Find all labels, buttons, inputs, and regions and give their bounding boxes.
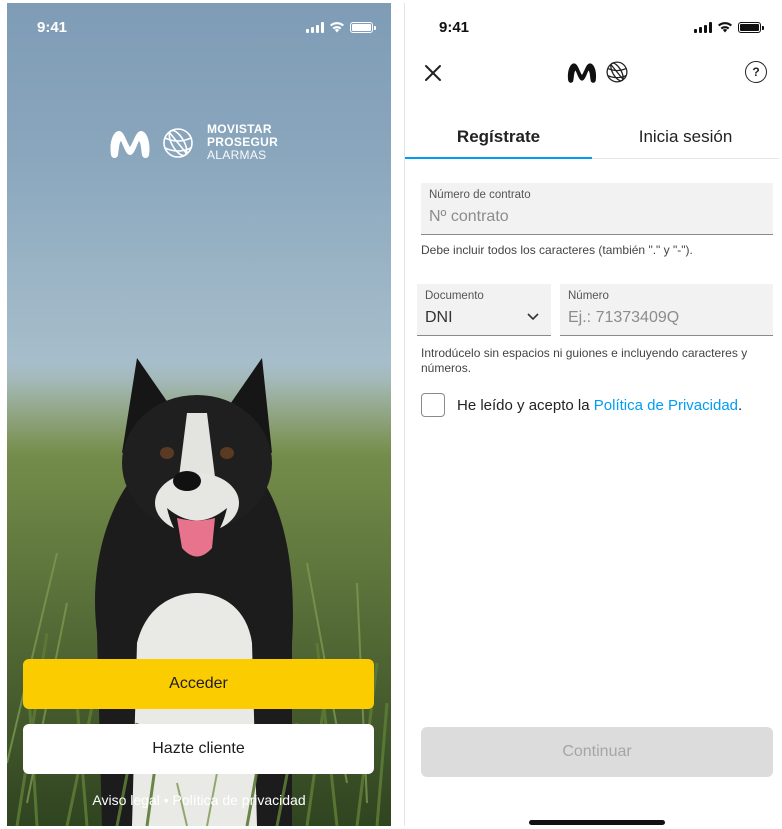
privacy-end: . bbox=[738, 396, 743, 414]
document-number-label: Número bbox=[568, 290, 609, 302]
globe-icon bbox=[606, 61, 628, 83]
status-bar: 9:41 bbox=[7, 3, 391, 43]
status-bar: 9:41 bbox=[405, 3, 779, 43]
privacy-checkbox[interactable] bbox=[421, 393, 445, 417]
privacy-policy-link[interactable]: Política de privacidad bbox=[173, 792, 306, 808]
home-indicator bbox=[529, 820, 665, 825]
auth-tabs: Regístrate Inicia sesión bbox=[405, 121, 779, 159]
contract-hint: Debe incluir todos los caracteres (tambi… bbox=[421, 243, 693, 257]
document-type-label: Documento bbox=[425, 290, 484, 302]
movistar-m-icon bbox=[567, 63, 597, 83]
wifi-icon bbox=[330, 22, 344, 33]
privacy-policy-link[interactable]: Política de Privacidad bbox=[594, 397, 738, 414]
register-screen: 9:41 ? Regístrate Inicia sesión Número d… bbox=[404, 3, 779, 826]
document-type-select[interactable]: Documento DNI bbox=[417, 284, 551, 336]
chevron-down-icon bbox=[527, 313, 539, 321]
contract-field[interactable]: Número de contrato bbox=[421, 183, 773, 235]
globe-icon bbox=[163, 127, 193, 158]
header-logo bbox=[565, 59, 629, 85]
document-type-value: DNI bbox=[425, 309, 453, 326]
battery-icon bbox=[350, 21, 376, 33]
movistar-m-icon bbox=[110, 130, 150, 158]
signal-icon bbox=[694, 21, 712, 33]
tab-inicia-sesion[interactable]: Inicia sesión bbox=[592, 121, 779, 158]
welcome-screen: 9:41 MOVISTAR PROSEGUR ALARMAS Acceder H… bbox=[7, 3, 391, 826]
wifi-icon bbox=[718, 22, 732, 33]
contract-label: Número de contrato bbox=[429, 189, 531, 201]
brand-line-3: ALARMAS bbox=[207, 148, 267, 162]
document-hint: Introdúcelo sin espacios ni guiones e in… bbox=[421, 346, 748, 375]
legal-separator: • bbox=[163, 792, 169, 808]
privacy-consent: He leído y acepto la Política de Privaci… bbox=[421, 393, 742, 417]
contract-input[interactable] bbox=[429, 208, 765, 226]
privacy-text: He leído y acepto la bbox=[457, 396, 594, 414]
signal-icon bbox=[306, 21, 324, 33]
document-number-input[interactable] bbox=[568, 309, 765, 327]
top-bar: ? bbox=[405, 55, 779, 93]
brand-logo: MOVISTAR PROSEGUR ALARMAS bbox=[107, 123, 278, 162]
acceder-button[interactable]: Acceder bbox=[23, 659, 374, 709]
document-number-field[interactable]: Número bbox=[560, 284, 773, 336]
status-time: 9:41 bbox=[37, 19, 68, 36]
legal-links: Aviso legal • Política de privacidad bbox=[7, 792, 391, 808]
aviso-legal-link[interactable]: Aviso legal bbox=[92, 792, 159, 808]
help-icon[interactable]: ? bbox=[745, 61, 767, 83]
battery-icon bbox=[738, 21, 764, 33]
tab-registrate[interactable]: Regístrate bbox=[405, 121, 592, 159]
status-time: 9:41 bbox=[439, 19, 470, 36]
hazte-cliente-button[interactable]: Hazte cliente bbox=[23, 724, 374, 774]
continue-button[interactable]: Continuar bbox=[421, 727, 773, 777]
close-icon[interactable] bbox=[421, 61, 445, 85]
